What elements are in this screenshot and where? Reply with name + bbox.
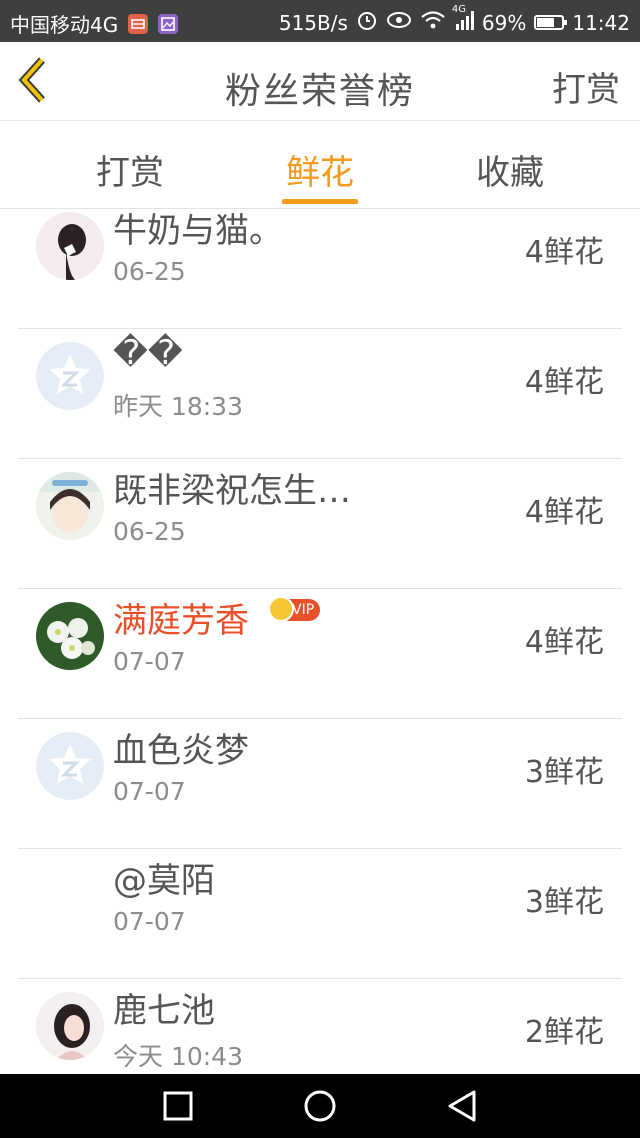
vip-label: VIP: [292, 602, 315, 618]
user-avatar: [36, 992, 104, 1060]
battery-percent: 69%: [481, 10, 527, 35]
cellular-signal-icon: 4G: [452, 4, 474, 35]
eye-icon: [386, 10, 412, 35]
gift-date: 06-25: [113, 257, 186, 286]
user-avatar: [36, 212, 104, 280]
tab-flowers[interactable]: 鲜花: [265, 145, 375, 194]
gift-date: 06-25: [113, 517, 186, 546]
user-name: 满庭芳香: [113, 601, 249, 641]
flower-count: 4鲜花: [524, 365, 604, 400]
gift-date: 今天 10:43: [113, 1042, 243, 1071]
flower-count: 2鲜花: [524, 1015, 604, 1050]
recent-apps-button[interactable]: [158, 1088, 198, 1124]
status-bar: 中国移动4G 515B/s 4G 69% 11:42: [0, 0, 640, 42]
user-name: 既非梁祝怎生…: [113, 471, 351, 511]
reward-button[interactable]: 打赏: [552, 62, 620, 111]
user-name: 牛奶与猫。: [113, 211, 283, 251]
list-item[interactable]: �� 昨天 18:33 4鲜花: [0, 329, 640, 459]
carrier-label: 中国移动4G: [10, 13, 119, 37]
fan-ranking-list: 牛奶与猫。 06-25 4鲜花 �� 昨天 18:33 4鲜花 既非梁祝怎生… …: [0, 209, 640, 1074]
network-speed: 515B/s: [278, 10, 348, 35]
gift-date: 07-07: [113, 647, 186, 676]
flower-count: 3鲜花: [524, 755, 604, 790]
home-button[interactable]: [300, 1088, 340, 1124]
user-name: 鹿七池: [113, 991, 215, 1031]
mail-app-icon: [128, 13, 149, 34]
list-item[interactable]: @莫陌 07-07 3鲜花: [0, 849, 640, 979]
flower-count: 4鲜花: [524, 495, 604, 530]
user-avatar: [36, 472, 104, 540]
gift-date: 昨天 18:33: [113, 392, 243, 421]
flower-count: 4鲜花: [524, 235, 604, 270]
default-avatar-icon: [36, 732, 104, 800]
tab-bar: 打赏 鲜花 收藏: [0, 121, 640, 209]
list-item[interactable]: 牛奶与猫。 06-25 4鲜花: [0, 209, 640, 329]
square-icon: [163, 1091, 193, 1121]
user-name: ��: [113, 333, 183, 373]
flower-count: 4鲜花: [524, 625, 604, 660]
user-name: @莫陌: [113, 861, 215, 901]
gift-date: 07-07: [113, 907, 186, 936]
active-tab-indicator: [282, 199, 358, 204]
page-title: 粉丝荣誉榜: [224, 71, 415, 112]
user-name: 血色炎梦: [113, 731, 249, 771]
crown-icon: [268, 596, 294, 622]
clock: 11:42: [572, 10, 630, 35]
back-nav-button[interactable]: [442, 1088, 482, 1124]
gift-date: 07-07: [113, 777, 186, 806]
user-avatar: [36, 602, 104, 670]
battery-icon: [534, 15, 568, 30]
gallery-app-icon: [158, 13, 179, 34]
system-nav-bar: [0, 1074, 640, 1138]
wifi-icon: [420, 10, 446, 35]
circle-icon: [304, 1090, 336, 1122]
triangle-back-icon: [448, 1090, 476, 1122]
vip-badge: VIP: [268, 596, 321, 622]
network-type: 4G: [451, 4, 467, 15]
tab-reward[interactable]: 打赏: [75, 145, 185, 194]
alarm-icon: [356, 9, 378, 36]
tab-favorites[interactable]: 收藏: [455, 145, 565, 194]
list-item[interactable]: 血色炎梦 07-07 3鲜花: [0, 719, 640, 849]
flower-count: 3鲜花: [524, 885, 604, 920]
list-item[interactable]: 满庭芳香 VIP 07-07 4鲜花: [0, 589, 640, 719]
app-header: 粉丝荣誉榜 打赏: [0, 42, 640, 121]
list-item[interactable]: 既非梁祝怎生… 06-25 4鲜花: [0, 459, 640, 589]
list-item[interactable]: 鹿七池 今天 10:43 2鲜花: [0, 979, 640, 1074]
default-avatar-icon: [36, 342, 104, 410]
